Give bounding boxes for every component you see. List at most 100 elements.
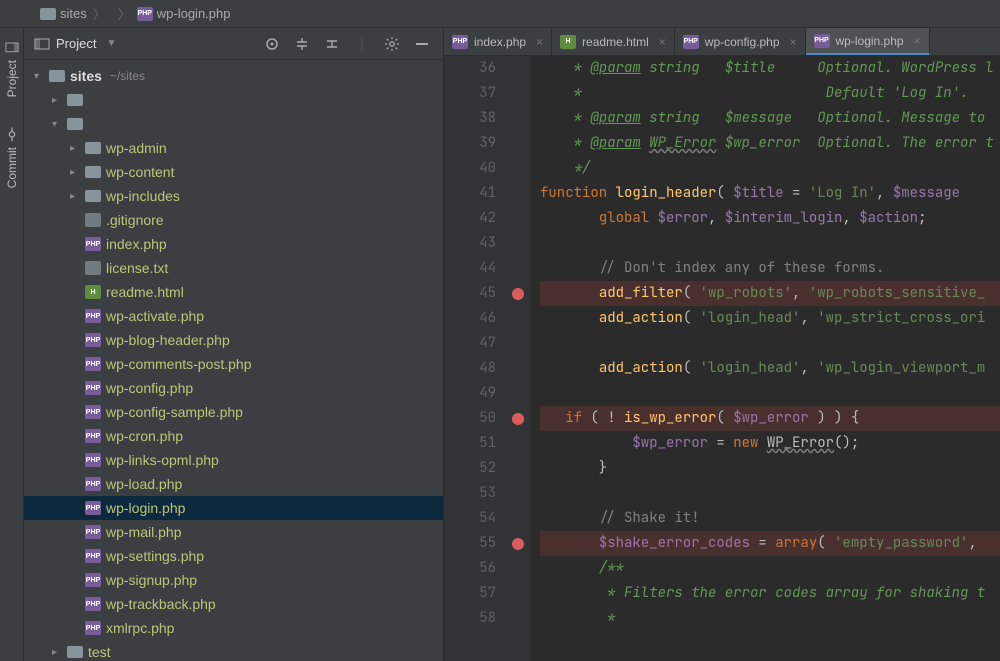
chevron-icon[interactable]: ▸ bbox=[52, 95, 64, 106]
tree-row[interactable]: PHP wp-signup.php bbox=[24, 568, 443, 592]
file-icon bbox=[48, 70, 66, 82]
tree-row[interactable]: PHPwp-login.php bbox=[24, 496, 443, 520]
tree-row[interactable]: PHP wp-config.php bbox=[24, 376, 443, 400]
chevron-icon[interactable]: ▸ bbox=[70, 143, 82, 154]
tree-row[interactable]: .gitignore bbox=[24, 208, 443, 232]
tree-row[interactable]: ▸wp-admin bbox=[24, 136, 443, 160]
file-icon: PHP bbox=[84, 405, 102, 419]
line-gutter[interactable]: 3637383940414243444546474849505152535455… bbox=[444, 56, 506, 661]
code-editor[interactable]: 3637383940414243444546474849505152535455… bbox=[444, 56, 1000, 661]
tree-label: license.txt bbox=[106, 260, 168, 276]
file-icon bbox=[66, 646, 84, 658]
file-icon: PHP bbox=[84, 573, 102, 587]
project-tree[interactable]: ▾sites~/sites▸▾▸wp-admin▸wp-content▸wp-i… bbox=[24, 60, 443, 661]
expand-all-button[interactable] bbox=[291, 33, 313, 55]
chevron-icon[interactable]: ▾ bbox=[34, 71, 46, 82]
tree-row[interactable]: ▸ test bbox=[24, 640, 443, 661]
tree-row[interactable]: Hreadme.html bbox=[24, 280, 443, 304]
close-icon[interactable]: × bbox=[790, 35, 797, 49]
tree-row[interactable]: license.txt bbox=[24, 256, 443, 280]
tree-row[interactable]: PHPwp-activate.php bbox=[24, 304, 443, 328]
tree-row[interactable]: ▾ bbox=[24, 112, 443, 136]
tree-label: wp-config.php bbox=[106, 380, 193, 396]
php-icon: PHP bbox=[683, 35, 699, 49]
tree-label: wp-includes bbox=[106, 188, 180, 204]
tab-label: wp-login.php bbox=[836, 34, 904, 48]
php-icon: PHP bbox=[137, 7, 153, 21]
editor-tab[interactable]: Hreadme.html× bbox=[552, 28, 675, 55]
chevron-right-icon: 〉 bbox=[93, 4, 106, 23]
file-icon: PHP bbox=[84, 381, 102, 395]
tree-row[interactable]: PHPwp-cron.php bbox=[24, 424, 443, 448]
close-icon[interactable]: × bbox=[914, 34, 921, 48]
breadcrumb-root-label: sites bbox=[60, 6, 87, 21]
project-header: Project ▼ | bbox=[24, 28, 443, 60]
chevron-icon[interactable]: ▸ bbox=[70, 167, 82, 178]
php-icon: PHP bbox=[814, 34, 830, 48]
breadcrumb-file[interactable]: PHP wp-login.php bbox=[131, 6, 237, 21]
file-icon bbox=[84, 166, 102, 178]
file-icon: PHP bbox=[84, 525, 102, 539]
tree-row[interactable]: PHPwp-comments-post.php bbox=[24, 352, 443, 376]
project-panel: Project ▼ | ▾sites~/sites▸▾▸wp-admin▸wp-… bbox=[24, 28, 444, 661]
file-icon bbox=[66, 94, 84, 106]
file-icon bbox=[84, 190, 102, 202]
tree-label: wp-signup.php bbox=[106, 572, 197, 588]
editor-tab[interactable]: PHPwp-config.php× bbox=[675, 28, 806, 55]
close-icon[interactable]: × bbox=[536, 35, 543, 49]
tree-label: wp-blog-header.php bbox=[106, 332, 230, 348]
file-icon: PHP bbox=[84, 501, 102, 515]
breakpoint-gutter[interactable] bbox=[506, 56, 530, 661]
editor-tab[interactable]: PHPindex.php× bbox=[444, 28, 552, 55]
code-lines[interactable]: * @param string $title Optional. WordPre… bbox=[530, 56, 1000, 661]
tree-row[interactable]: PHPindex.php bbox=[24, 232, 443, 256]
tree-label: xmlrpc.php bbox=[106, 620, 174, 636]
tree-row[interactable]: PHPwp-settings.php bbox=[24, 544, 443, 568]
editor-tabs: PHPindex.php×Hreadme.html×PHPwp-config.p… bbox=[444, 28, 1000, 56]
chevron-right-icon: 〉 bbox=[118, 4, 131, 23]
file-icon: PHP bbox=[84, 237, 102, 251]
tool-sidestrip: Project Commit bbox=[0, 28, 24, 661]
hide-panel-button[interactable] bbox=[411, 33, 433, 55]
tree-row[interactable]: PHP wp-blog-header.php bbox=[24, 328, 443, 352]
breakpoint-icon[interactable] bbox=[512, 288, 524, 300]
tree-row[interactable]: ▸ bbox=[24, 88, 443, 112]
tree-row[interactable]: ▾sites~/sites bbox=[24, 64, 443, 88]
tree-label: wp-content bbox=[106, 164, 174, 180]
file-icon: PHP bbox=[84, 453, 102, 467]
tree-label: test bbox=[88, 644, 111, 660]
editor-tab[interactable]: PHP wp-login.php × bbox=[806, 28, 930, 55]
tree-row[interactable]: PHPwp-trackback.php bbox=[24, 592, 443, 616]
file-icon bbox=[84, 142, 102, 154]
tool-tab-project[interactable]: Project bbox=[3, 34, 21, 103]
tree-row[interactable]: ▸ wp-includes bbox=[24, 184, 443, 208]
project-icon bbox=[5, 40, 19, 54]
tree-row[interactable]: ▸ wp-content bbox=[24, 160, 443, 184]
breadcrumb-file-label: wp-login.php bbox=[157, 6, 231, 21]
tree-label: wp-mail.php bbox=[106, 524, 181, 540]
breadcrumb: sites 〉 〉 PHP wp-login.php bbox=[0, 0, 1000, 28]
tree-row[interactable]: PHPwp-load.php bbox=[24, 472, 443, 496]
tree-row[interactable]: PHPxmlrpc.php bbox=[24, 616, 443, 640]
tree-row[interactable]: PHP wp-mail.php bbox=[24, 520, 443, 544]
tree-label: wp-config-sample.php bbox=[106, 404, 243, 420]
chevron-icon[interactable]: ▸ bbox=[70, 191, 82, 202]
select-opened-file-button[interactable] bbox=[261, 33, 283, 55]
file-icon: PHP bbox=[84, 333, 102, 347]
chevron-down-icon[interactable]: ▼ bbox=[106, 38, 116, 49]
tree-label: wp-activate.php bbox=[106, 308, 204, 324]
chevron-icon[interactable]: ▾ bbox=[52, 119, 64, 130]
close-icon[interactable]: × bbox=[659, 35, 666, 49]
tree-row[interactable]: PHPwp-links-opml.php bbox=[24, 448, 443, 472]
settings-button[interactable] bbox=[381, 33, 403, 55]
breadcrumb-root[interactable]: sites bbox=[34, 6, 93, 21]
chevron-icon[interactable]: ▸ bbox=[52, 647, 64, 658]
collapse-all-button[interactable] bbox=[321, 33, 343, 55]
tree-label: .gitignore bbox=[106, 212, 164, 228]
php-icon: PHP bbox=[452, 35, 468, 49]
tree-row[interactable]: PHP wp-config-sample.php bbox=[24, 400, 443, 424]
breakpoint-icon[interactable] bbox=[512, 413, 524, 425]
file-icon bbox=[84, 261, 102, 275]
tool-tab-commit[interactable]: Commit bbox=[3, 121, 21, 194]
breakpoint-icon[interactable] bbox=[512, 538, 524, 550]
